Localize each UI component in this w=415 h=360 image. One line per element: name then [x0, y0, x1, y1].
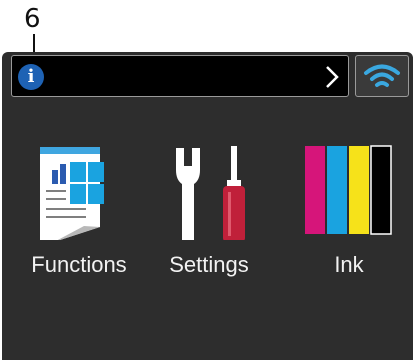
- wifi-button[interactable]: [355, 55, 409, 97]
- functions-label: Functions: [31, 252, 127, 277]
- chevron-right-icon: [326, 66, 339, 88]
- info-icon[interactable]: i: [18, 64, 44, 90]
- settings-label: Settings: [169, 252, 249, 277]
- settings-icon: [176, 146, 245, 240]
- functions-tile[interactable]: Functions: [24, 140, 134, 290]
- ink-tile[interactable]: Ink: [294, 140, 404, 290]
- ink-icon: [305, 145, 392, 235]
- functions-icon: [40, 147, 104, 240]
- status-bar[interactable]: i: [11, 55, 349, 97]
- callout-number: 6: [24, 4, 41, 34]
- settings-tile[interactable]: Settings: [154, 140, 264, 290]
- ink-label: Ink: [334, 252, 364, 277]
- wifi-icon: [364, 64, 400, 87]
